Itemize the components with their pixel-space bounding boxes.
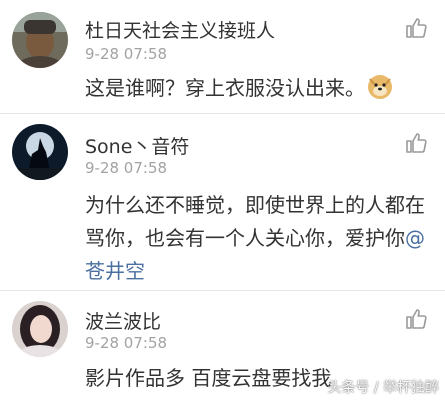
avatar[interactable] [12,124,68,180]
timestamp: 9-28 07:58 [85,334,168,352]
watermark: 头条号 / 举杯独醉 [327,380,439,396]
thumbs-up-icon[interactable] [404,16,428,40]
comment-text: 这是谁啊？穿上衣服没认出来。 [85,72,425,110]
comment-text: 为什么还不睡觉，即使世界上的人都在骂你，也会有一个人关心你，爱护你@苍井空 [85,193,425,283]
username[interactable]: 波兰波比 [85,307,161,334]
doge-emoji-icon [367,74,393,110]
timestamp: 9-28 07:58 [85,45,168,63]
thumbs-up-icon[interactable] [404,307,428,331]
timestamp: 9-28 07:58 [85,159,168,177]
comment-item: Sone丶音符 9-28 07:58 为什么还不睡觉，即使世界上的人都在骂你，也… [0,113,445,283]
comment-item: 杜日天社会主义接班人 9-28 07:58 这是谁啊？穿上衣服没认出来。 [0,0,445,108]
avatar[interactable] [12,12,68,68]
username[interactable]: 杜日天社会主义接班人 [85,16,275,43]
avatar[interactable] [12,301,68,357]
thumbs-up-icon[interactable] [404,131,428,155]
username[interactable]: Sone丶音符 [85,132,189,159]
